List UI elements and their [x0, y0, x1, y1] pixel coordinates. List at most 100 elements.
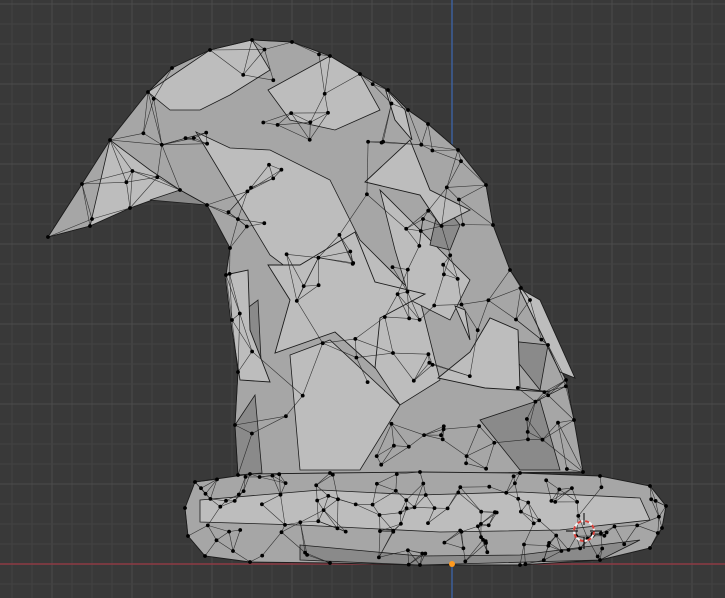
- mesh-vertex[interactable]: [406, 548, 410, 553]
- mesh-vertex[interactable]: [238, 528, 243, 532]
- mesh-vertex[interactable]: [328, 54, 332, 58]
- mesh-vertex[interactable]: [420, 551, 425, 556]
- mesh-vertex[interactable]: [518, 471, 522, 475]
- mesh-vertex[interactable]: [391, 351, 395, 355]
- mesh-vertex[interactable]: [90, 217, 94, 221]
- mesh-vertex[interactable]: [205, 141, 210, 146]
- mesh-vertex[interactable]: [602, 533, 607, 538]
- mesh-vertex[interactable]: [525, 417, 529, 421]
- mesh-vertex[interactable]: [248, 472, 252, 476]
- mesh-vertex[interactable]: [141, 131, 146, 136]
- mesh-vertex[interactable]: [231, 549, 235, 553]
- mesh-vertex[interactable]: [533, 399, 538, 404]
- mesh-vertex[interactable]: [660, 526, 664, 530]
- mesh-vertex[interactable]: [279, 167, 284, 172]
- mesh-vertex[interactable]: [250, 431, 254, 436]
- mesh-vertex[interactable]: [430, 362, 435, 367]
- mesh-vertex[interactable]: [399, 521, 403, 526]
- mesh-vertex[interactable]: [477, 424, 481, 428]
- mesh-vertex[interactable]: [418, 470, 422, 474]
- mesh-vertex[interactable]: [381, 139, 385, 144]
- mesh-vertex[interactable]: [493, 510, 497, 515]
- mesh-vertex[interactable]: [557, 487, 562, 492]
- mesh-vertex[interactable]: [406, 108, 410, 112]
- mesh-vertex[interactable]: [236, 492, 241, 497]
- mesh-vertex[interactable]: [386, 88, 390, 92]
- mesh-vertex[interactable]: [459, 159, 463, 164]
- mesh-vertex[interactable]: [398, 510, 403, 515]
- mesh-vertex[interactable]: [445, 506, 450, 511]
- mesh-vertex[interactable]: [635, 523, 640, 528]
- mesh-vertex[interactable]: [598, 474, 602, 478]
- mesh-vertex[interactable]: [426, 352, 431, 357]
- mesh-vertex[interactable]: [316, 255, 321, 260]
- mesh-vertex[interactable]: [526, 437, 530, 442]
- mesh-vertex[interactable]: [228, 246, 232, 250]
- mesh-vertex[interactable]: [519, 509, 523, 514]
- mesh-vertex[interactable]: [236, 370, 240, 374]
- mesh-vertex[interactable]: [406, 444, 411, 449]
- mesh-vertex[interactable]: [226, 210, 231, 215]
- mesh-vertex[interactable]: [208, 497, 213, 501]
- mesh-vertex[interactable]: [444, 185, 449, 190]
- mesh-vertex[interactable]: [427, 360, 432, 365]
- mesh-vertex[interactable]: [392, 443, 396, 448]
- mesh-vertex[interactable]: [366, 139, 370, 144]
- mesh-vertex[interactable]: [467, 374, 472, 378]
- mesh-vertex[interactable]: [351, 261, 356, 265]
- mesh-vertex[interactable]: [294, 299, 299, 303]
- mesh-vertex[interactable]: [316, 519, 321, 524]
- mesh-vertex[interactable]: [458, 528, 463, 533]
- mesh-vertex[interactable]: [570, 486, 574, 490]
- mesh-vertex[interactable]: [572, 418, 576, 422]
- mesh-vertex[interactable]: [461, 546, 466, 551]
- mesh-vertex[interactable]: [322, 91, 327, 96]
- mesh-vertex[interactable]: [193, 480, 197, 484]
- mesh-vertex[interactable]: [249, 185, 253, 190]
- mesh-vertex[interactable]: [554, 533, 559, 538]
- mesh-vertex[interactable]: [564, 378, 568, 382]
- mesh-vertex[interactable]: [648, 484, 652, 488]
- mesh-vertex[interactable]: [655, 531, 660, 535]
- mesh-vertex[interactable]: [275, 123, 280, 127]
- mesh-vertex[interactable]: [664, 504, 668, 508]
- mesh-vertex[interactable]: [199, 486, 203, 491]
- mesh-vertex[interactable]: [515, 386, 520, 390]
- mesh-vertex[interactable]: [260, 502, 264, 507]
- mesh-vertex[interactable]: [648, 546, 652, 550]
- mesh-vertex[interactable]: [241, 73, 246, 77]
- mesh-vertex[interactable]: [442, 272, 446, 277]
- mesh-vertex[interactable]: [389, 101, 394, 106]
- mesh-vertex[interactable]: [419, 142, 424, 147]
- mesh-vertex[interactable]: [170, 66, 174, 70]
- mesh-vertex[interactable]: [365, 192, 369, 197]
- mesh-vertex[interactable]: [484, 466, 488, 471]
- mesh-vertex[interactable]: [463, 559, 468, 564]
- mesh-vertex[interactable]: [405, 289, 410, 294]
- mesh-vertex[interactable]: [365, 380, 370, 384]
- mesh-vertex[interactable]: [479, 509, 484, 514]
- mesh-vertex[interactable]: [475, 328, 480, 333]
- mesh-vertex[interactable]: [484, 183, 488, 187]
- mesh-vertex[interactable]: [486, 523, 491, 528]
- mesh-vertex[interactable]: [224, 498, 228, 503]
- mesh-vertex[interactable]: [430, 148, 435, 153]
- mesh-vertex[interactable]: [317, 52, 321, 57]
- mesh-vertex[interactable]: [379, 462, 384, 467]
- mesh-vertex[interactable]: [394, 472, 399, 476]
- mesh-vertex[interactable]: [525, 430, 530, 434]
- mesh-vertex[interactable]: [508, 268, 512, 272]
- mesh-vertex[interactable]: [378, 529, 382, 533]
- mesh-vertex[interactable]: [183, 136, 188, 141]
- mesh-vertex[interactable]: [546, 343, 550, 347]
- hat-mesh[interactable]: [46, 39, 667, 566]
- mesh-vertex[interactable]: [279, 530, 284, 535]
- mesh-vertex[interactable]: [563, 384, 568, 389]
- mesh-vertex[interactable]: [236, 473, 240, 477]
- mesh-vertex[interactable]: [130, 169, 135, 173]
- mesh-vertex[interactable]: [417, 244, 422, 248]
- mesh-vertex[interactable]: [421, 217, 425, 221]
- mesh-vertex[interactable]: [537, 518, 542, 523]
- mesh-vertex[interactable]: [250, 349, 255, 354]
- mesh-vertex[interactable]: [549, 499, 554, 503]
